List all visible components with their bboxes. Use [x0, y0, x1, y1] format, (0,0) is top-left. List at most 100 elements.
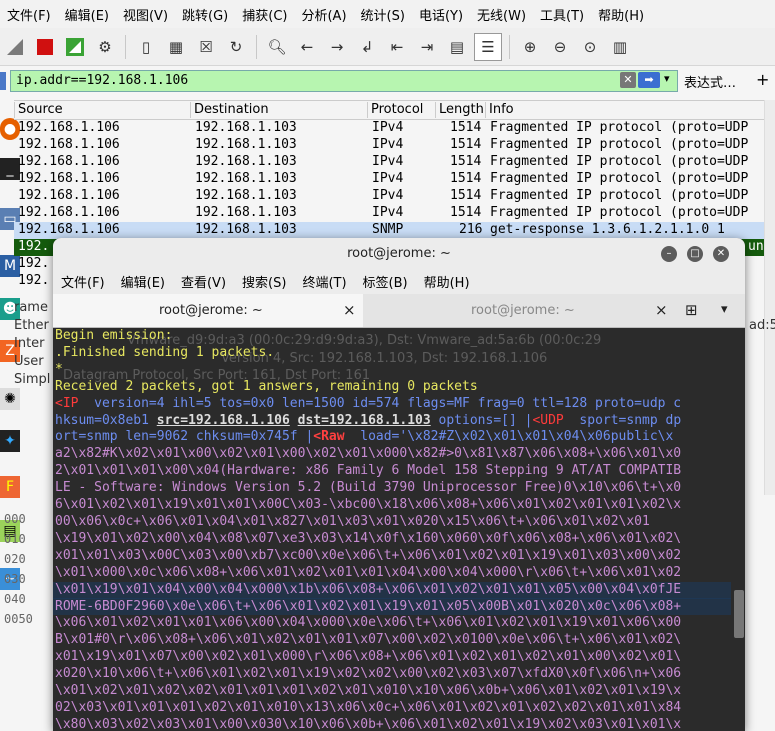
- restart-icon[interactable]: [62, 34, 88, 60]
- toolbar-separator: [256, 34, 257, 59]
- cell-info: Fragmented IP protocol (proto=UDP: [490, 137, 749, 152]
- table-row[interactable]: 192.168.1.106 192.168.1.103 IPv4 1514 Fragme…: [14, 137, 764, 154]
- term-menu-terminal[interactable]: 终端(T): [294, 272, 354, 291]
- filter-history-dropdown-icon[interactable]: ▾: [664, 72, 670, 85]
- menu-analyze[interactable]: 分析(A): [294, 5, 353, 24]
- menu-view[interactable]: 视图(V): [116, 5, 175, 24]
- new-tab-icon[interactable]: ⊞: [685, 301, 698, 319]
- tab-close-icon[interactable]: ×: [343, 294, 356, 327]
- tab-label: root@jerome: ~: [471, 303, 575, 318]
- cell-protocol: IPv4: [372, 120, 404, 135]
- menu-file[interactable]: 文件(F): [0, 5, 58, 24]
- cell-protocol: IPv4: [372, 137, 404, 152]
- minimize-icon[interactable]: –: [661, 246, 677, 262]
- terminal-output[interactable]: Begin emission: .Finished sending 1 pack…: [53, 328, 733, 731]
- tab-terminal-2[interactable]: root@jerome: ~ ×: [363, 294, 683, 327]
- menu-edit[interactable]: 编辑(E): [58, 5, 116, 24]
- column-protocol[interactable]: Protocol: [367, 102, 423, 118]
- cell-length: 1514: [450, 137, 482, 152]
- cell-source: 192.168.1.106: [18, 171, 120, 186]
- cell-length: 216: [459, 222, 483, 237]
- term-line: x020\x10\x06\t+\x06\x01\x02\x01\x19\x02\…: [55, 666, 682, 682]
- terminal-window: root@jerome: ~ – □ ✕ 文件(F) 编辑(E) 查看(V) 搜…: [53, 238, 745, 731]
- raw-layer-tag: <Raw: [313, 429, 345, 445]
- close-file-icon[interactable]: ☒: [193, 34, 219, 60]
- cell-protocol: IPv4: [372, 171, 404, 186]
- resize-columns-icon[interactable]: ▥: [607, 34, 633, 60]
- tab-terminal-1[interactable]: root@jerome: ~ ×: [53, 294, 363, 327]
- maximize-icon[interactable]: □: [687, 246, 703, 262]
- display-filter-input[interactable]: ip.addr==192.168.1.106: [10, 70, 678, 92]
- table-row[interactable]: 192.168.1.106 192.168.1.103 IPv4 1514 Fragme…: [14, 154, 764, 171]
- menu-capture[interactable]: 捕获(C): [235, 5, 294, 24]
- open-file-icon[interactable]: ▯: [133, 34, 159, 60]
- table-row-selected[interactable]: 192.168.1.106 192.168.1.103 SNMP 216 get-res…: [14, 222, 764, 239]
- expression-button[interactable]: 表达式…: [684, 72, 736, 91]
- gear-icon[interactable]: ⚙: [92, 34, 118, 60]
- menu-tools[interactable]: 工具(T): [533, 5, 591, 24]
- search-icon[interactable]: 🔍︎: [264, 34, 290, 60]
- colorize-icon[interactable]: ☰: [474, 32, 502, 61]
- menu-wireless[interactable]: 无线(W): [470, 5, 533, 24]
- table-row[interactable]: 192.168.1.106 192.168.1.103 IPv4 1514 Fragme…: [14, 120, 764, 137]
- term-menu-help[interactable]: 帮助(H): [416, 272, 478, 291]
- tab-close-icon[interactable]: ×: [655, 294, 668, 327]
- menu-go[interactable]: 跳转(G): [175, 5, 235, 24]
- hex-offset: 0050: [4, 612, 33, 626]
- reload-icon[interactable]: ↻: [223, 34, 249, 60]
- armitage-icon[interactable]: ✦: [0, 430, 20, 452]
- tabs-dropdown-icon[interactable]: ▾: [721, 302, 728, 317]
- close-icon[interactable]: ✕: [713, 246, 729, 262]
- metasploit-icon[interactable]: ✺: [0, 388, 20, 410]
- forward-icon[interactable]: →: [324, 34, 350, 60]
- packet-list-scrollbar[interactable]: [764, 100, 775, 495]
- zoom-out-icon[interactable]: ⊖: [547, 34, 573, 60]
- stop-icon[interactable]: [32, 34, 58, 60]
- term-line: .Finished sending 1 packets.: [55, 344, 275, 360]
- clear-filter-icon[interactable]: ✕: [620, 72, 636, 88]
- apply-filter-icon[interactable]: ➡: [638, 72, 660, 88]
- scrollbar-thumb[interactable]: [734, 590, 744, 638]
- table-row[interactable]: 192.168.1.106 192.168.1.103 IPv4 1514 Fragme…: [14, 171, 764, 188]
- column-source[interactable]: Source: [14, 102, 63, 118]
- first-packet-icon[interactable]: ⇤: [384, 34, 410, 60]
- term-menu-search[interactable]: 搜索(S): [234, 272, 294, 291]
- zoom-in-icon[interactable]: ⊕: [517, 34, 543, 60]
- goto-packet-icon[interactable]: ↲: [354, 34, 380, 60]
- terminal-titlebar[interactable]: root@jerome: ~: [53, 238, 745, 269]
- term-line: *: [55, 361, 63, 377]
- bookmark-icon[interactable]: [0, 72, 6, 90]
- term-menu-edit[interactable]: 编辑(E): [113, 272, 173, 291]
- udp-layer-tag: <UDP: [532, 412, 564, 428]
- last-packet-icon[interactable]: ⇥: [414, 34, 440, 60]
- cell-destination: 192.168.1.103: [195, 120, 297, 135]
- add-filter-button[interactable]: +: [756, 70, 769, 89]
- hex-offset: 040: [4, 592, 26, 606]
- column-destination[interactable]: Destination: [190, 102, 269, 118]
- table-row[interactable]: 192.168.1.106 192.168.1.103 IPv4 1514 Fragme…: [14, 205, 764, 222]
- menu-help[interactable]: 帮助(H): [591, 5, 651, 24]
- cell-destination: 192.168.1.103: [195, 222, 297, 237]
- back-icon[interactable]: ←: [294, 34, 320, 60]
- menu-statistics[interactable]: 统计(S): [354, 5, 412, 24]
- save-file-icon[interactable]: ▦: [163, 34, 189, 60]
- shark-fin-icon[interactable]: [2, 34, 28, 60]
- term-line: \x01\x000\x0c\x06\x08+\x06\x01\x02\x01\x…: [55, 564, 682, 580]
- cell-protocol: SNMP: [372, 222, 404, 237]
- zoom-reset-icon[interactable]: ⊙: [577, 34, 603, 60]
- cell-length: 1514: [450, 188, 482, 203]
- term-menu-tabs[interactable]: 标签(B): [355, 272, 416, 291]
- dst-address: 192.168.1.103: [328, 412, 431, 428]
- table-row[interactable]: 192.168.1.106 192.168.1.103 IPv4 1514 Fragme…: [14, 188, 764, 205]
- term-menu-file[interactable]: 文件(F): [53, 272, 113, 291]
- column-length[interactable]: Length: [435, 102, 484, 118]
- term-line: 6\x01\x02\x01\x19\x01\x01\x00C\x03-\xbc0…: [55, 497, 682, 513]
- autoscroll-icon[interactable]: ▤: [444, 34, 470, 60]
- faraday-icon[interactable]: F: [0, 476, 20, 498]
- menu-telephony[interactable]: 电话(Y): [412, 5, 470, 24]
- terminal-scrollbar[interactable]: [731, 328, 745, 731]
- term-menu-view[interactable]: 查看(V): [173, 272, 234, 291]
- cell-source: 192.: [18, 256, 50, 271]
- column-info[interactable]: Info: [485, 102, 514, 118]
- cell-destination: 192.168.1.103: [195, 154, 297, 169]
